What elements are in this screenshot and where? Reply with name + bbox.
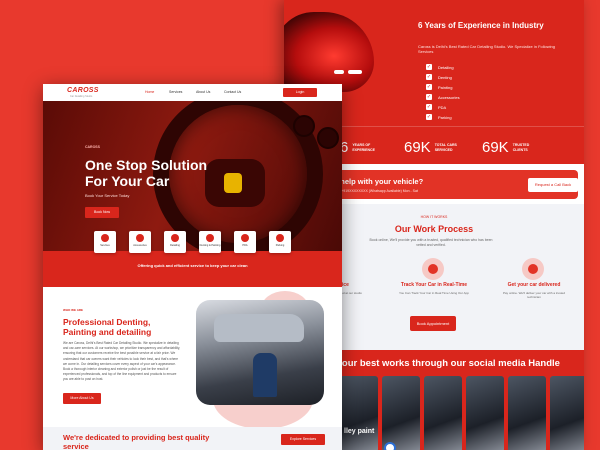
check-icon: ✓ (426, 84, 432, 90)
nav-home[interactable]: Home (145, 90, 154, 94)
checklist-item: ✓ Detailing (426, 64, 454, 70)
service-card-pda[interactable]: PDA (234, 231, 256, 253)
check-icon: ✓ (426, 74, 432, 80)
lifted-car (214, 314, 304, 342)
about-body: We are Caross, Delhi's Best Rated Car De… (63, 341, 181, 382)
service-label: PDA (242, 244, 248, 247)
about-title: Professional Denting, Painting and detai… (63, 317, 152, 337)
logo[interactable]: CAROSS (67, 87, 99, 94)
bmw-logo-icon (384, 442, 396, 450)
gauge-icon (293, 115, 315, 137)
front-page-mockup: CAROSS Car Detailing Studio Home Service… (43, 84, 342, 450)
step-title: Get your car delivered (507, 282, 561, 288)
hero-title: One Stop Solution For Your Car (85, 157, 208, 189)
step-title: Track Your Car in Real-Time (400, 282, 468, 288)
logo-tagline: Car Detailing Studio (70, 95, 93, 98)
about-kicker: WHO WE ARE (63, 308, 84, 312)
book-now-button[interactable]: Book Now (85, 207, 119, 218)
step-desc: You Can Track Your Car in Real Time Usin… (399, 291, 469, 295)
mechanic-figure (253, 353, 277, 397)
dedicated-section: We're dedicated to providing best qualit… (43, 427, 342, 450)
car-headlight (348, 70, 362, 74)
experience-title: 6 Years of Experience in Industry (418, 21, 544, 30)
check-icon: ✓ (426, 94, 432, 100)
service-card-services[interactable]: Services (94, 231, 116, 253)
gallery-photo[interactable] (382, 376, 420, 450)
service-label: Accessories (133, 244, 147, 247)
band-tagline: Offering quick and efficient service to … (137, 263, 248, 268)
social-title: e our best works through our social medi… (334, 358, 560, 369)
stat-years: 6 YEARS OF EXPERIENCE (340, 139, 375, 156)
car-headlight (334, 70, 344, 74)
wrench-icon (101, 234, 109, 242)
pda-icon (241, 234, 249, 242)
car-icon (171, 234, 179, 242)
process-description: Book online, We'll provide you with a tr… (369, 238, 493, 247)
checklist-item: ✓ Denting (426, 74, 452, 80)
nav-services[interactable]: Services (169, 90, 182, 94)
check-icon: ✓ (426, 114, 432, 120)
step-desc: Pay online. We'll deliver your car with … (502, 291, 566, 299)
request-callback-button[interactable]: Request a Call Back (528, 178, 578, 192)
stat-cars: 69K TOTAL CARS SERVICED (404, 139, 457, 156)
nav-contact[interactable]: Contact Us (224, 90, 241, 94)
red-car-image (284, 12, 374, 92)
ferrari-badge-icon (224, 173, 242, 193)
accessories-icon (136, 234, 144, 242)
service-label: Parking (275, 244, 285, 247)
service-label: Denting & Painting (199, 244, 221, 247)
service-band (43, 251, 342, 287)
login-button[interactable]: Login (283, 88, 317, 97)
service-card-parking[interactable]: Parking (269, 231, 291, 253)
check-icon: ✓ (426, 64, 432, 70)
gallery-photo[interactable] (340, 376, 378, 450)
checklist-item: ✓ PDA (426, 104, 447, 110)
gallery-photo[interactable] (508, 376, 546, 450)
top-navbar: CAROSS Car Detailing Studio Home Service… (43, 84, 342, 101)
gallery-photo[interactable] (550, 376, 584, 450)
service-card-accessories[interactable]: Accessories (129, 231, 151, 253)
service-label: Services (100, 244, 110, 247)
checklist-item: ✓ Parking (426, 114, 452, 120)
hero-section: CAROSS One Stop Solution For Your Car Bo… (43, 101, 342, 251)
checklist-item: ✓ Painting (426, 84, 453, 90)
track-icon (422, 258, 444, 280)
service-checklist: ✓ Detailing ✓ Denting ✓ Painting ✓ Accessori… (426, 62, 460, 122)
hero-subtitle: Book Your Service Today (85, 193, 130, 198)
stat-clients: 69K TRUSTED CLIENTS (482, 139, 530, 156)
service-card-denting[interactable]: Denting & Painting (199, 231, 221, 253)
gauge-icon (317, 127, 339, 149)
photo-caption: lley paint (344, 428, 375, 435)
book-appointment-button[interactable]: Book Appointment (410, 316, 456, 331)
parking-icon (276, 234, 284, 242)
service-card-detailing[interactable]: Detailing (164, 231, 186, 253)
about-section: WHO WE ARE Professional Denting, Paintin… (43, 287, 342, 429)
experience-subtitle: Caross is Delhi's Best Rated Car Detaili… (418, 44, 555, 54)
service-label: Detailing (170, 244, 180, 247)
gallery-photo[interactable] (424, 376, 462, 450)
nav-about[interactable]: About Us (196, 90, 210, 94)
checklist-item: ✓ Accessories (426, 94, 460, 100)
gallery-photo[interactable] (466, 376, 504, 450)
more-about-us-button[interactable]: More About Us (63, 393, 101, 404)
paint-icon (206, 234, 214, 242)
check-icon: ✓ (426, 104, 432, 110)
dedicated-title: We're dedicated to providing best qualit… (63, 433, 210, 450)
delivery-icon (522, 258, 544, 280)
explore-services-button[interactable]: Explore Services (281, 434, 325, 445)
hero-kicker: CAROSS (85, 145, 100, 149)
